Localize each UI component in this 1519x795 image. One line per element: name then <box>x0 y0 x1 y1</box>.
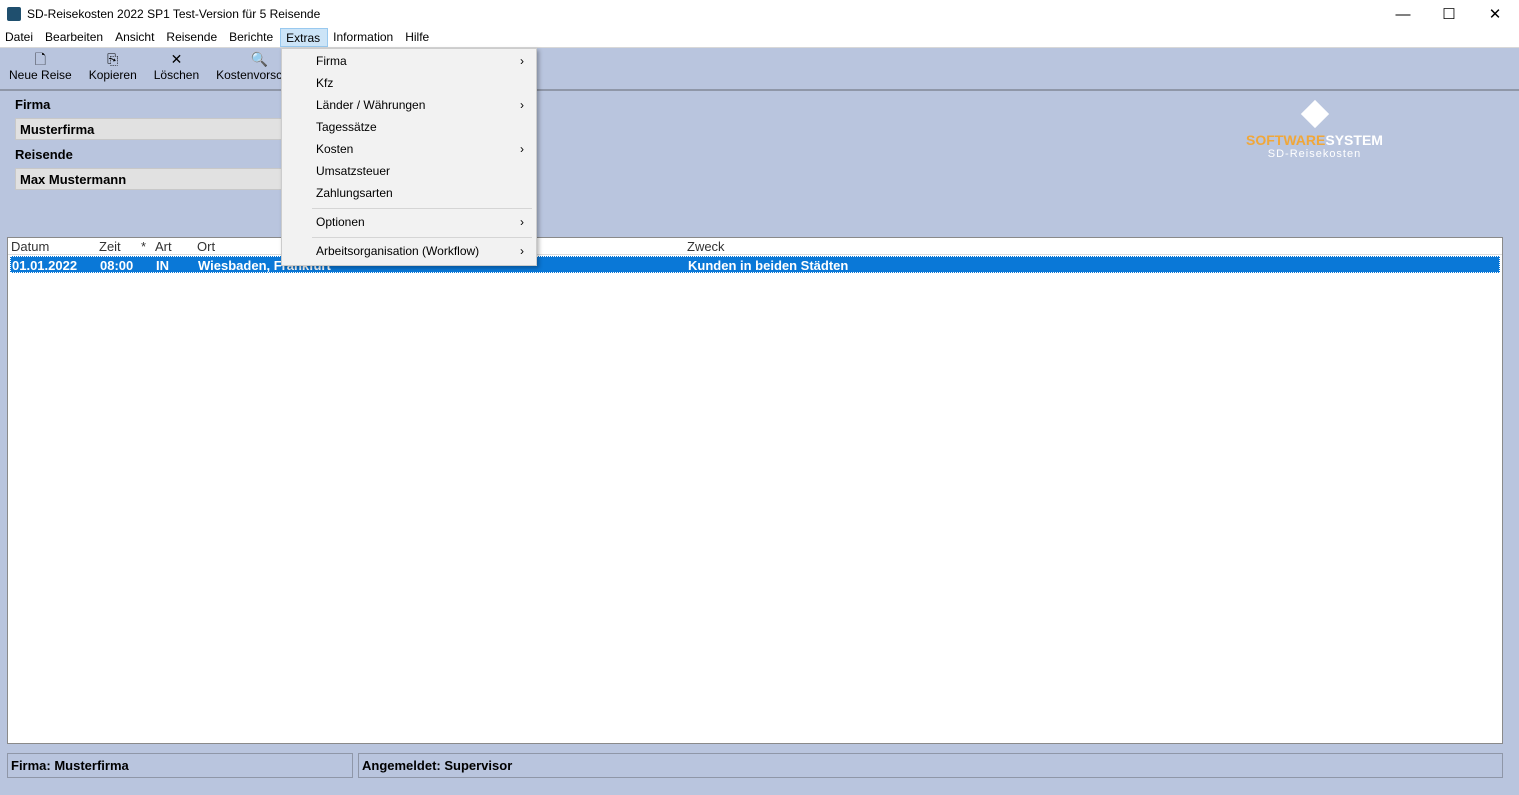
status-firma: Firma: Musterfirma <box>7 753 353 778</box>
close-button[interactable]: ✕ <box>1472 0 1518 28</box>
menu-bearbeiten[interactable]: Bearbeiten <box>40 28 110 47</box>
menu-item-tagessaetze[interactable]: Tagessätze <box>282 116 536 138</box>
firma-field[interactable]: Musterfirma <box>15 118 285 140</box>
cell-zeit: 08:00 <box>100 258 134 273</box>
toolbar: 🗋 Neue Reise ⎘ Kopieren ✕ Löschen 🔍 Kostenvo… <box>0 49 1519 91</box>
extras-dropdown-menu: Firma › Kfz Länder / Währungen › Tagessätz… <box>281 48 537 266</box>
menu-item-zahlungsarten[interactable]: Zahlungsarten <box>282 182 536 204</box>
reisende-field[interactable]: Max Mustermann <box>15 168 285 190</box>
new-trip-button[interactable]: 🗋 Neue Reise <box>9 49 72 89</box>
menu-separator <box>312 208 532 209</box>
copy-button[interactable]: ⎘ Kopieren <box>89 49 137 89</box>
title-bar: SD-Reisekosten 2022 SP1 Test-Version für… <box>0 0 1519 28</box>
minimize-button[interactable]: — <box>1380 0 1426 28</box>
menu-item-label: Firma <box>316 54 347 68</box>
col-ort[interactable]: Ort <box>197 239 215 254</box>
delete-icon: ✕ <box>170 51 183 67</box>
chevron-right-icon: › <box>520 54 524 68</box>
col-zeit[interactable]: Zeit <box>99 239 121 254</box>
menu-item-label: Tagessätze <box>316 120 377 134</box>
menu-berichte[interactable]: Berichte <box>224 28 280 47</box>
col-star[interactable]: * <box>141 239 146 254</box>
copy-label: Kopieren <box>88 68 137 82</box>
menu-bar: Datei Bearbeiten Ansicht Reisende Berich… <box>0 28 1519 48</box>
delete-label: Löschen <box>153 68 200 82</box>
status-user: Angemeldet: Supervisor <box>358 753 1503 778</box>
menu-item-label: Umsatzsteuer <box>316 164 391 178</box>
menu-item-workflow[interactable]: Arbeitsorganisation (Workflow) › <box>282 240 536 262</box>
col-zweck[interactable]: Zweck <box>687 239 725 254</box>
preview-icon: 🔍 <box>250 51 268 67</box>
menu-datei[interactable]: Datei <box>0 28 40 47</box>
new-document-icon: 🗋 <box>34 51 46 67</box>
menu-item-kfz[interactable]: Kfz <box>282 72 536 94</box>
chevron-right-icon: › <box>520 244 524 258</box>
menu-extras[interactable]: Extras <box>280 28 329 47</box>
new-trip-label: Neue Reise <box>9 68 72 82</box>
logo-subtitle: SD-Reisekosten <box>1267 148 1362 160</box>
trips-table: Datum Zeit * Art Ort Zweck 01.01.2022 08… <box>7 237 1503 744</box>
cell-datum: 01.01.2022 <box>12 258 78 273</box>
menu-item-optionen[interactable]: Optionen › <box>282 211 536 233</box>
menu-item-label: Kfz <box>316 76 334 90</box>
firma-label: Firma <box>15 97 51 112</box>
menu-item-laender-waehrungen[interactable]: Länder / Währungen › <box>282 94 536 116</box>
menu-item-label: Kosten <box>316 142 354 156</box>
company-logo: SOFTWARESYSTEM SD-Reisekosten <box>1242 99 1387 160</box>
logo-diamond-icon <box>1300 99 1329 129</box>
table-row[interactable]: 01.01.2022 08:00 IN Wiesbaden, Frankfurt… <box>10 256 1500 273</box>
cell-art: IN <box>156 258 169 273</box>
menu-separator <box>312 237 532 238</box>
window-title: SD-Reisekosten 2022 SP1 Test-Version für… <box>27 7 321 21</box>
copy-icon: ⎘ <box>107 51 119 67</box>
menu-item-label: Optionen <box>316 215 365 229</box>
menu-reisende[interactable]: Reisende <box>161 28 224 47</box>
menu-hilfe[interactable]: Hilfe <box>400 28 436 47</box>
col-datum[interactable]: Datum <box>11 239 49 254</box>
logo-brand-b: SYSTEM <box>1325 132 1383 148</box>
delete-button[interactable]: ✕ Löschen <box>154 49 199 89</box>
menu-item-label: Länder / Währungen <box>316 98 426 112</box>
app-icon <box>7 7 21 21</box>
menu-item-umsatzsteuer[interactable]: Umsatzsteuer <box>282 160 536 182</box>
maximize-button[interactable]: ☐ <box>1426 0 1472 28</box>
menu-item-firma[interactable]: Firma › <box>282 50 536 72</box>
menu-item-label: Zahlungsarten <box>316 186 393 200</box>
reisende-label: Reisende <box>15 147 73 162</box>
table-header: Datum Zeit * Art Ort Zweck <box>8 238 1502 255</box>
menu-ansicht[interactable]: Ansicht <box>110 28 161 47</box>
col-art[interactable]: Art <box>155 239 172 254</box>
chevron-right-icon: › <box>520 215 524 229</box>
chevron-right-icon: › <box>520 98 524 112</box>
logo-brand-a: SOFTWARE <box>1246 132 1326 148</box>
chevron-right-icon: › <box>520 142 524 156</box>
cell-zweck: Kunden in beiden Städten <box>688 258 849 273</box>
menu-item-kosten[interactable]: Kosten › <box>282 138 536 160</box>
menu-item-label: Arbeitsorganisation (Workflow) <box>316 244 480 258</box>
menu-information[interactable]: Information <box>328 28 400 47</box>
